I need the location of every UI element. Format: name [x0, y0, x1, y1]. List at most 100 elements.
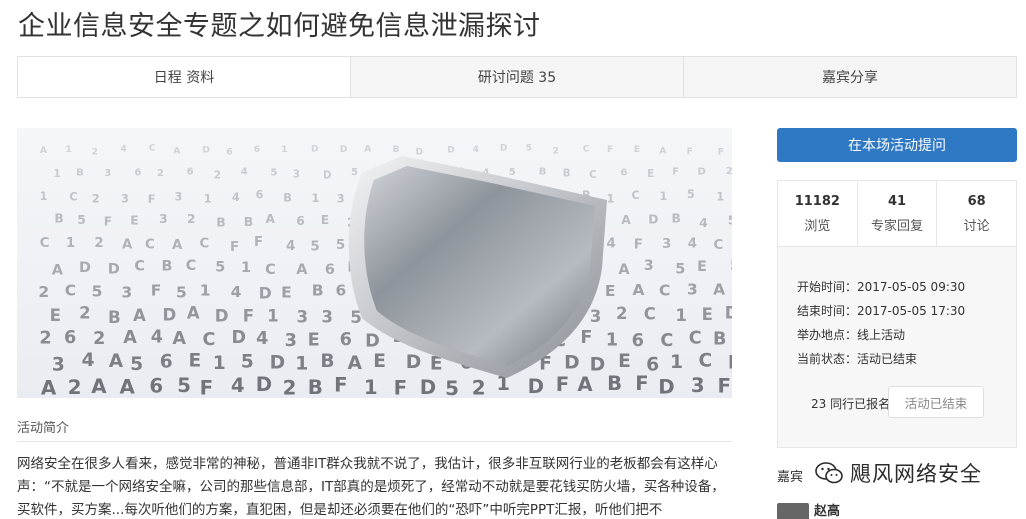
hero-glyph: 2: [94, 236, 103, 251]
hero-glyph: 1: [364, 376, 378, 398]
hero-glyph: E: [634, 145, 640, 155]
hero-glyph: 1: [204, 193, 212, 206]
hero-glyph: A: [187, 303, 200, 322]
hero-glyph: 5: [241, 351, 254, 372]
hero-glyph: A: [52, 262, 64, 278]
hero-glyph: 2: [553, 146, 559, 156]
hero-glyph: 6: [64, 328, 76, 348]
hero-glyph: 5: [215, 260, 225, 276]
hero-image: A124CAD661DDABDD4D52CFEAFF1B36262453D51A…: [17, 128, 732, 398]
avatar[interactable]: [777, 503, 809, 519]
hero-glyph: 5: [730, 258, 732, 274]
stat-views-value: 11182: [794, 193, 840, 209]
hero-glyph: 6: [296, 214, 305, 228]
hero-glyph: 5: [270, 167, 277, 178]
hero-glyph: F: [672, 166, 679, 177]
watermark-text: 飓风网络安全: [850, 462, 982, 486]
hero-glyph: 1: [660, 190, 668, 203]
hero-glyph: C: [65, 281, 76, 299]
hero-glyph: 3: [590, 307, 602, 326]
hero-glyph: E: [697, 259, 707, 275]
hero-glyph: E: [281, 283, 292, 301]
ask-question-button[interactable]: 在本场活动提问: [777, 128, 1017, 162]
event-status: 当前状态：活动已结束: [797, 352, 918, 366]
hero-glyph: 2: [283, 376, 297, 398]
hero-glyph: F: [151, 282, 162, 300]
hero-glyph: A: [120, 376, 136, 399]
hero-glyph: A: [659, 147, 666, 157]
hero-glyph: C: [145, 237, 155, 252]
guest-section-label: 嘉宾: [777, 470, 804, 485]
page-title: 企业信息安全专题之如何避免信息泄漏探讨: [18, 11, 541, 42]
hero-glyph: C: [644, 305, 656, 324]
hero-glyph: 4: [232, 191, 240, 204]
hero-glyph: 4: [688, 236, 697, 251]
hero-glyph: A: [41, 377, 57, 398]
hero-glyph: F: [580, 328, 592, 348]
hero-glyph: 5: [92, 283, 103, 301]
hero-glyph: 2: [92, 146, 98, 157]
hero-glyph: C: [714, 238, 724, 253]
hero-glyph: B: [283, 191, 292, 204]
stat-discussions[interactable]: 68 讨论: [936, 181, 1016, 246]
hero-glyph: A: [40, 146, 47, 156]
hero-glyph: D: [658, 375, 674, 398]
hero-glyph: 4: [607, 237, 616, 252]
hero-glyph: 3: [644, 258, 654, 274]
stat-expert-replies[interactable]: 41 专家回复: [856, 181, 937, 246]
hero-glyph: E: [189, 351, 202, 372]
hero-glyph: A: [123, 328, 137, 348]
hero-glyph: D: [108, 262, 120, 278]
hero-glyph: 2: [214, 170, 221, 181]
hero-glyph: 2: [38, 283, 49, 301]
hero-glyph: 1: [267, 306, 279, 325]
tab-questions[interactable]: 研讨问题 35: [350, 57, 683, 97]
event-info-panel: 开始时间：2017-05-05 09:30 结束时间：2017-05-05 17…: [777, 246, 1017, 448]
hero-glyph: 2: [79, 303, 90, 322]
guest-name[interactable]: 赵高: [814, 500, 840, 519]
hero-glyph: 6: [160, 352, 173, 373]
hero-glyph: 3: [159, 212, 167, 226]
hero-glyph: F: [104, 215, 112, 229]
hero-glyph: 4: [699, 215, 708, 230]
hero-glyph: C: [659, 281, 670, 299]
hero-glyph: F: [718, 147, 724, 158]
hero-glyph: 5: [77, 213, 86, 227]
hero-glyph: 5: [509, 167, 516, 178]
hero-glyph: 1: [716, 190, 724, 203]
hero-glyph: D: [447, 145, 455, 155]
hero-glyph: 5: [310, 240, 319, 255]
start-time: 开始时间：2017-05-05 09:30: [797, 280, 966, 294]
hero-glyph: D: [564, 353, 580, 374]
hero-glyph: 6: [632, 331, 644, 351]
hero-glyph: 6: [256, 188, 264, 201]
hero-glyph: B: [312, 282, 324, 300]
hero-glyph: B: [563, 168, 571, 179]
event-ended-button[interactable]: 活动已结束: [888, 386, 984, 418]
hero-glyph: F: [607, 145, 613, 155]
hero-glyph: F: [687, 147, 693, 157]
hero-glyph: 5: [728, 214, 732, 228]
hero-glyph: B: [607, 372, 622, 395]
hero-glyph: 2: [472, 377, 486, 398]
hero-glyph: 3: [337, 192, 345, 205]
hero-glyph: A: [91, 375, 107, 398]
hero-glyph: C: [632, 189, 640, 202]
hero-glyph: D: [420, 376, 436, 398]
hero-glyph: D: [340, 145, 348, 155]
hero-glyph: E: [308, 331, 320, 351]
hero-glyph: 4: [82, 350, 95, 371]
hero-glyph: 4: [286, 239, 295, 254]
hero-glyph: 6: [226, 147, 232, 158]
tab-guest-sharing[interactable]: 嘉宾分享: [683, 57, 1016, 97]
hero-glyph: 5: [526, 144, 532, 154]
hero-glyph: F: [254, 235, 263, 250]
tab-schedule[interactable]: 日程 资料: [18, 57, 350, 97]
hero-glyph: 1: [66, 236, 75, 251]
hero-glyph: A: [172, 329, 186, 349]
hero-glyph: D: [256, 373, 272, 396]
hero-glyph: B: [308, 376, 323, 398]
hero-glyph: 3: [121, 284, 132, 302]
hero-glyph: 4: [231, 374, 245, 397]
hero-glyph: A: [133, 306, 146, 325]
